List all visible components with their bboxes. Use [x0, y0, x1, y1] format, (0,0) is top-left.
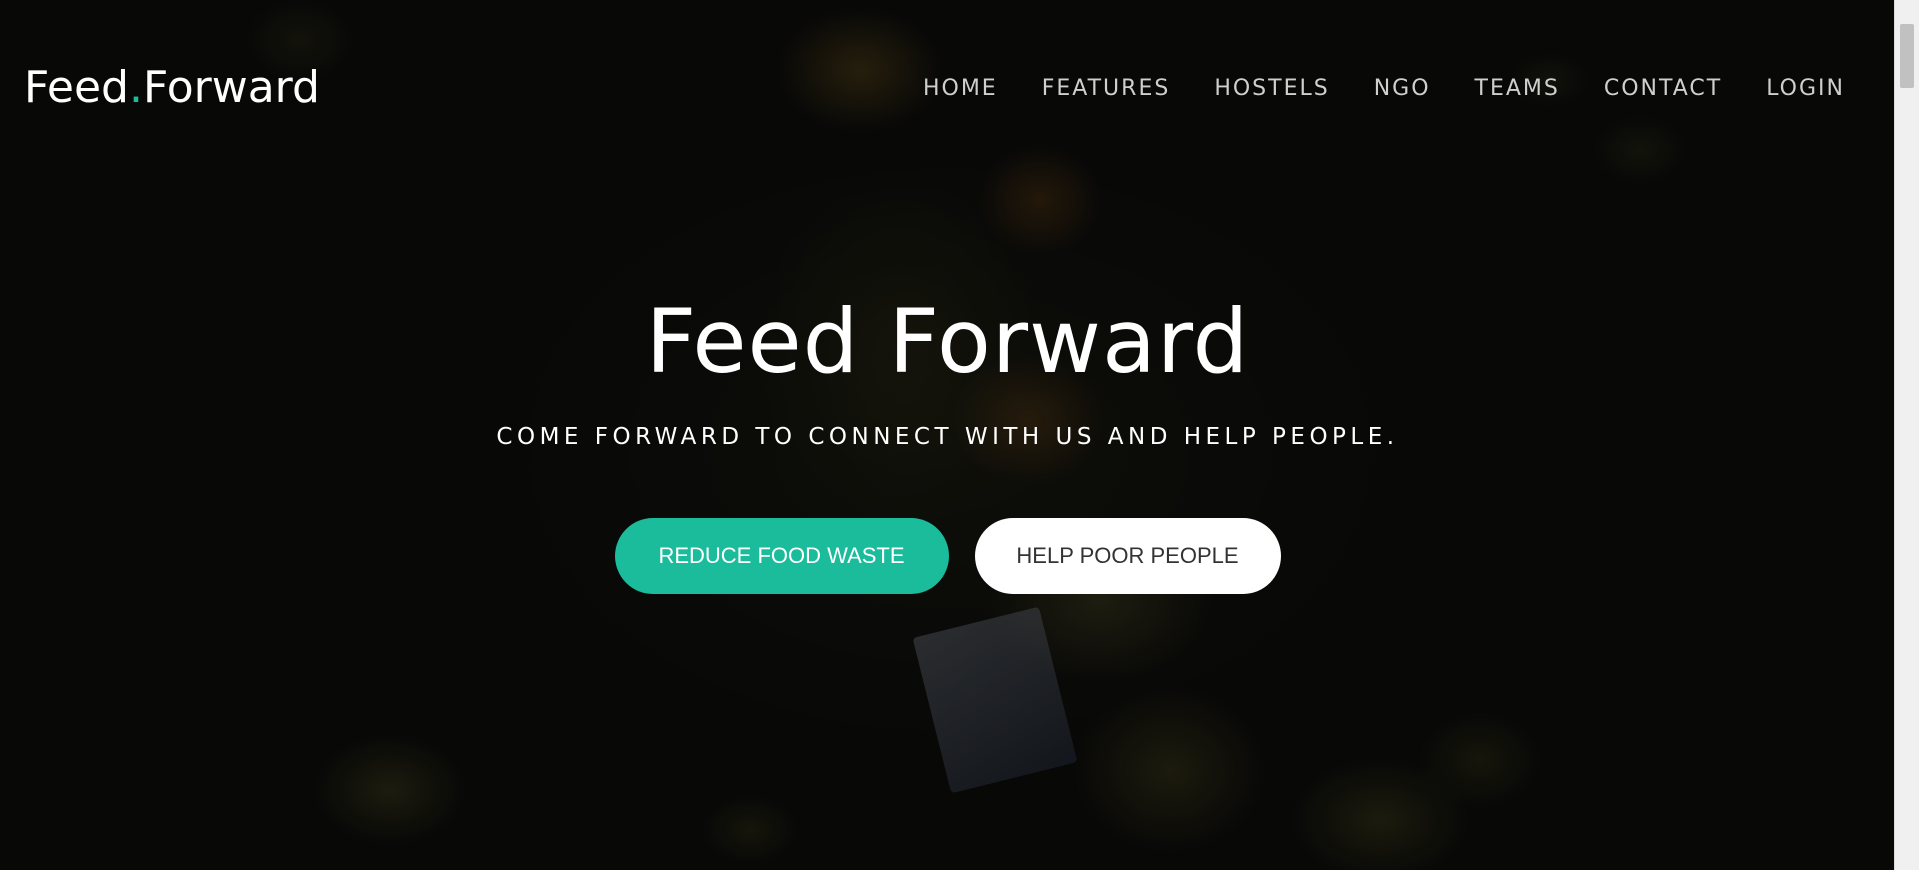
- nav-link-contact[interactable]: CONTACT: [1604, 76, 1722, 101]
- nav-item-teams: TEAMS: [1475, 76, 1560, 101]
- nav-link-hostels[interactable]: HOSTELS: [1214, 76, 1329, 101]
- brand-name-part2: Forward: [142, 62, 320, 113]
- nav-item-contact: CONTACT: [1604, 76, 1722, 101]
- brand-name-part1: Feed: [24, 62, 129, 113]
- reduce-food-waste-button[interactable]: REDUCE FOOD WASTE: [614, 518, 949, 594]
- nav-link-login[interactable]: LOGIN: [1766, 76, 1845, 101]
- brand-logo[interactable]: Feed.Forward: [24, 62, 320, 113]
- nav-item-ngo: NGO: [1374, 76, 1431, 101]
- nav-item-login: LOGIN: [1766, 76, 1845, 101]
- nav-item-features: FEATURES: [1042, 76, 1171, 101]
- nav-item-home: HOME: [923, 76, 998, 101]
- nav-menu: HOME FEATURES HOSTELS NGO TEAMS CONTACT …: [879, 76, 1845, 101]
- nav-link-home[interactable]: HOME: [923, 76, 998, 101]
- page: Feed.Forward HOME FEATURES HOSTELS NGO T…: [0, 0, 1919, 870]
- hero-title: Feed Forward: [645, 290, 1250, 393]
- nav-link-ngo[interactable]: NGO: [1374, 76, 1431, 101]
- hero-subtitle: COME FORWARD TO CONNECT WITH US AND HELP…: [496, 424, 1399, 450]
- hero-section: Feed Forward COME FORWARD TO CONNECT WIT…: [0, 290, 1895, 594]
- navbar: Feed.Forward HOME FEATURES HOSTELS NGO T…: [0, 0, 1895, 178]
- nav-item-hostels: HOSTELS: [1214, 76, 1329, 101]
- nav-link-teams[interactable]: TEAMS: [1475, 76, 1560, 101]
- help-poor-people-button[interactable]: HELP POOR PEOPLE: [974, 518, 1281, 594]
- nav-link-features[interactable]: FEATURES: [1042, 76, 1171, 101]
- brand-dot: .: [128, 62, 143, 113]
- vertical-scrollbar[interactable]: [1894, 0, 1919, 870]
- hero-buttons: REDUCE FOOD WASTE HELP POOR PEOPLE: [0, 518, 1895, 594]
- scrollbar-thumb[interactable]: [1900, 24, 1914, 88]
